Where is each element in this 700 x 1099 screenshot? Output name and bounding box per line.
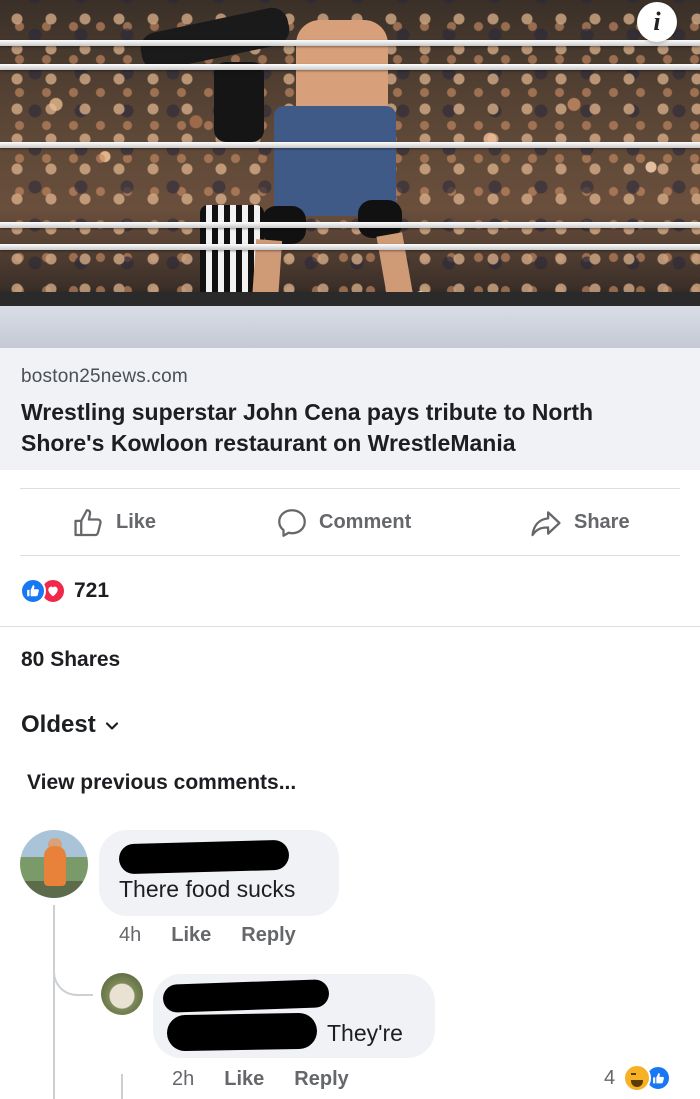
comment-sort-dropdown[interactable]: Oldest	[21, 711, 120, 739]
info-icon[interactable]: i	[637, 2, 677, 42]
redacted-name	[162, 979, 330, 1013]
link-title[interactable]: Wrestling superstar John Cena pays tribu…	[21, 397, 678, 459]
divider	[20, 555, 680, 556]
ring-rope-top	[0, 40, 700, 46]
comment-reaction-count: 4	[604, 1066, 616, 1089]
haha-icon	[623, 1064, 652, 1092]
divider	[0, 626, 700, 627]
divider	[20, 488, 680, 489]
thread-curve	[53, 960, 93, 996]
reaction-count: 721	[74, 579, 110, 602]
like-icon	[20, 578, 46, 604]
comment-meta: 2h Like Reply	[172, 1068, 349, 1091]
redacted-name	[118, 839, 290, 875]
like-label: Like	[116, 511, 157, 533]
comment-reply-link[interactable]: Reply	[241, 924, 295, 947]
redacted-tag	[166, 1012, 318, 1052]
speech-bubble-icon	[275, 506, 309, 540]
ring-rope-bottom	[0, 244, 700, 250]
ring-rope-middle	[0, 142, 700, 148]
thread-line	[53, 905, 55, 1099]
opponent-boot	[214, 62, 264, 142]
sort-label: Oldest	[21, 711, 96, 738]
ring-apron	[0, 292, 700, 306]
comment-like-link[interactable]: Like	[224, 1068, 264, 1091]
comment-time: 2h	[172, 1068, 195, 1090]
comment-button[interactable]: Comment	[275, 495, 411, 550]
comment-meta: 4h Like Reply	[119, 924, 296, 947]
thumbs-up-icon	[72, 506, 106, 540]
ring-rope-upper	[0, 64, 700, 70]
comment-text: There food sucks	[119, 876, 296, 902]
link-preview[interactable]: boston25news.com Wrestling superstar Joh…	[0, 348, 700, 470]
share-button[interactable]: Share	[528, 495, 630, 550]
like-button[interactable]: Like	[72, 495, 156, 550]
comment-reply-link[interactable]: Reply	[294, 1068, 348, 1091]
reply-bubble: They're	[153, 974, 435, 1058]
reactions-summary[interactable]: 721	[20, 575, 109, 607]
comment-label: Comment	[319, 511, 412, 533]
share-arrow-icon	[528, 506, 564, 540]
shares-count[interactable]: 80 Shares	[21, 648, 120, 672]
replier-avatar[interactable]	[101, 973, 143, 1015]
action-bar: Like Comment Share	[0, 495, 700, 550]
wrestler-torso	[296, 20, 388, 120]
comment-text: They're	[327, 1020, 403, 1046]
chevron-down-icon	[104, 711, 120, 739]
thread-line	[121, 1074, 123, 1099]
view-previous-comments-link[interactable]: View previous comments...	[27, 771, 296, 795]
post-image[interactable]: i	[0, 0, 700, 348]
share-label: Share	[574, 511, 630, 533]
comment-like-link[interactable]: Like	[171, 924, 211, 947]
link-domain: boston25news.com	[21, 366, 188, 387]
comment-bubble: There food sucks	[99, 830, 339, 916]
comment-reactions[interactable]: 4	[604, 1064, 672, 1092]
ring-rope-lower	[0, 222, 700, 228]
ring-mat	[0, 306, 700, 348]
commenter-avatar[interactable]	[20, 830, 88, 898]
comment-time: 4h	[119, 924, 142, 946]
